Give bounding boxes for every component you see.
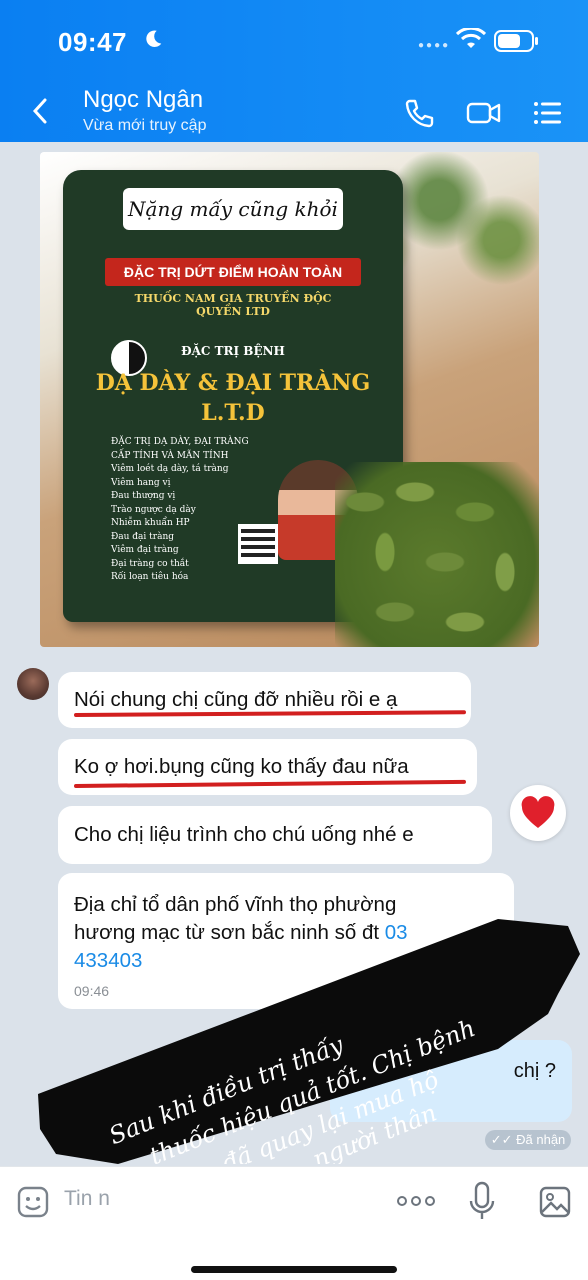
wifi-icon (456, 28, 486, 48)
pouch-list-item: CẤP TÍNH VÀ MÃN TÍNH (111, 450, 229, 461)
message-text: Ko ợ hơi.bụng cũng ko thấy đau nữa (74, 755, 409, 778)
sticker-icon[interactable] (16, 1185, 50, 1219)
heart-reaction[interactable] (510, 785, 566, 841)
microphone-icon[interactable] (468, 1181, 496, 1221)
more-icon[interactable] (396, 1189, 436, 1213)
video-call-icon[interactable] (465, 96, 503, 130)
message-bubble[interactable]: Cho chị liệu trình cho chú uống nhé e (58, 806, 492, 864)
pouch-red-banner: ĐẶC TRỊ DỨT ĐIỂM HOÀN TOÀN (105, 258, 361, 286)
home-indicator (191, 1266, 397, 1273)
signal-icon: ●●●● (418, 40, 451, 51)
pouch-sub: ĐẶC TRỊ BỆNH (181, 344, 285, 358)
message-text: Nói chung chị cũng đỡ nhiều rồi e ạ (74, 688, 398, 711)
pouch-list-item: Trào ngược dạ dày (111, 504, 196, 515)
message-composer: Tin n (0, 1166, 588, 1280)
pouch-list-item: Viêm loét dạ dày, tá tràng (111, 464, 229, 474)
message-text: Cho chị liệu trình cho chú uống nhé e (74, 823, 414, 846)
pouch-brand: L.T.D (201, 400, 265, 426)
status-time: 09:47 (58, 27, 127, 57)
pouch-title: DẠ DÀY & ĐẠI TRÀNG (95, 370, 371, 396)
moon-icon (146, 30, 162, 47)
pouch-list-item: ĐẶC TRỊ DẠ DÀY, ĐẠI TRÀNG (111, 437, 249, 447)
battery-icon (494, 30, 534, 52)
contact-status: Vừa mới truy cập (83, 117, 207, 134)
sender-avatar[interactable] (17, 668, 49, 700)
annotation-overlay: Sau khi điều trị thấy thuốc hiệu quả tốt… (38, 919, 580, 1164)
pouch-list-item: Rối loạn tiêu hóa (111, 572, 189, 582)
battery-tip (535, 37, 538, 45)
pouch-handwritten-label: Nặng mấy cũng khỏi (123, 188, 343, 230)
capsules-image (335, 462, 539, 647)
heart-icon (521, 796, 555, 828)
message-input[interactable]: Tin n (64, 1187, 110, 1211)
pouch-line: THUỐC NAM GIA TRUYỀN ĐỘC QUYỀN LTD (134, 292, 332, 318)
qr-code (238, 524, 278, 564)
menu-icon[interactable] (530, 96, 564, 130)
back-icon[interactable] (26, 96, 56, 126)
chat-header: 09:47 ●●●● Ngọc Ngân Vừa mới truy cập (0, 0, 588, 142)
image-icon[interactable] (538, 1185, 572, 1219)
pouch-list-item: Viêm hang vị (111, 477, 171, 488)
product-photo[interactable]: Nặng mấy cũng khỏi ĐẶC TRỊ DỨT ĐIỂM HOÀN… (40, 152, 539, 647)
message-bubble[interactable]: Nói chung chị cũng đỡ nhiều rồi e ạ (58, 672, 471, 728)
contact-name[interactable]: Ngọc Ngân (83, 86, 203, 114)
phone-call-icon[interactable] (402, 96, 436, 130)
pouch-list-item: Đau thượng vị (111, 491, 176, 501)
